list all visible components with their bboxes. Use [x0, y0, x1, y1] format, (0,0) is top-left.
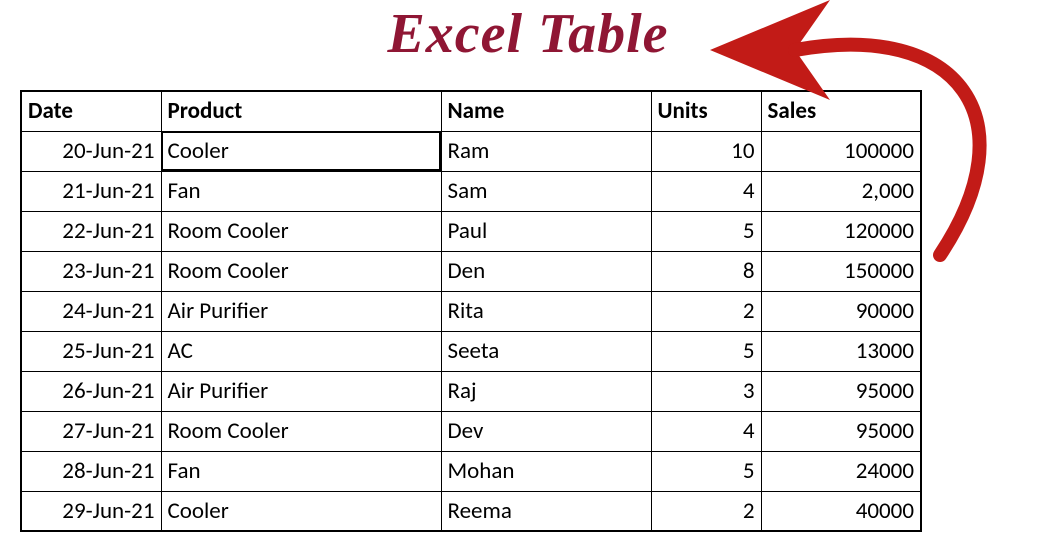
cell-date[interactable]: 24-Jun-21: [21, 291, 161, 331]
cell-name[interactable]: Den: [441, 251, 651, 291]
table-row: 27-Jun-21 Room Cooler Dev 4 95000: [21, 411, 921, 451]
cell-date[interactable]: 29-Jun-21: [21, 491, 161, 531]
cell-name[interactable]: Rita: [441, 291, 651, 331]
cell-units[interactable]: 4: [651, 171, 761, 211]
cell-name[interactable]: Sam: [441, 171, 651, 211]
cell-name[interactable]: Paul: [441, 211, 651, 251]
table-row: 20-Jun-21 Cooler Ram 10 100000: [21, 131, 921, 171]
cell-product[interactable]: Room Cooler: [161, 411, 441, 451]
cell-name[interactable]: Ram: [441, 131, 651, 171]
cell-product[interactable]: Room Cooler: [161, 251, 441, 291]
cell-date[interactable]: 27-Jun-21: [21, 411, 161, 451]
cell-sales[interactable]: 13000: [761, 331, 921, 371]
col-header-product[interactable]: Product: [161, 91, 441, 131]
table-row: 25-Jun-21 AC Seeta 5 13000: [21, 331, 921, 371]
cell-sales[interactable]: 120000: [761, 211, 921, 251]
table-row: 29-Jun-21 Cooler Reema 2 40000: [21, 491, 921, 531]
col-header-date[interactable]: Date: [21, 91, 161, 131]
cell-name[interactable]: Reema: [441, 491, 651, 531]
cell-units[interactable]: 2: [651, 291, 761, 331]
cell-sales[interactable]: 24000: [761, 451, 921, 491]
col-header-sales[interactable]: Sales: [761, 91, 921, 131]
cell-date[interactable]: 26-Jun-21: [21, 371, 161, 411]
table-row: 26-Jun-21 Air Purifier Raj 3 95000: [21, 371, 921, 411]
col-header-units[interactable]: Units: [651, 91, 761, 131]
table-row: 23-Jun-21 Room Cooler Den 8 150000: [21, 251, 921, 291]
cell-units[interactable]: 4: [651, 411, 761, 451]
cell-name[interactable]: Raj: [441, 371, 651, 411]
cell-date[interactable]: 20-Jun-21: [21, 131, 161, 171]
cell-sales[interactable]: 90000: [761, 291, 921, 331]
cell-product[interactable]: Air Purifier: [161, 291, 441, 331]
cell-sales[interactable]: 40000: [761, 491, 921, 531]
cell-name[interactable]: Dev: [441, 411, 651, 451]
cell-sales[interactable]: 95000: [761, 411, 921, 451]
table-header-row: Date Product Name Units Sales: [21, 91, 921, 131]
cell-product[interactable]: AC: [161, 331, 441, 371]
cell-name[interactable]: Mohan: [441, 451, 651, 491]
cell-units[interactable]: 5: [651, 331, 761, 371]
cell-date[interactable]: 21-Jun-21: [21, 171, 161, 211]
cell-name[interactable]: Seeta: [441, 331, 651, 371]
cell-units[interactable]: 3: [651, 371, 761, 411]
page-title: Excel Table: [0, 2, 1056, 66]
cell-product[interactable]: Cooler: [161, 131, 441, 171]
cell-product[interactable]: Cooler: [161, 491, 441, 531]
table-row: 21-Jun-21 Fan Sam 4 2,000: [21, 171, 921, 211]
table-row: 28-Jun-21 Fan Mohan 5 24000: [21, 451, 921, 491]
cell-units[interactable]: 10: [651, 131, 761, 171]
excel-table: Date Product Name Units Sales 20-Jun-21 …: [20, 90, 922, 532]
cell-sales[interactable]: 95000: [761, 371, 921, 411]
cell-units[interactable]: 5: [651, 451, 761, 491]
table-row: 22-Jun-21 Room Cooler Paul 5 120000: [21, 211, 921, 251]
cell-units[interactable]: 8: [651, 251, 761, 291]
col-header-name[interactable]: Name: [441, 91, 651, 131]
cell-product[interactable]: Room Cooler: [161, 211, 441, 251]
cell-date[interactable]: 25-Jun-21: [21, 331, 161, 371]
table-body: 20-Jun-21 Cooler Ram 10 100000 21-Jun-21…: [21, 131, 921, 531]
cell-date[interactable]: 23-Jun-21: [21, 251, 161, 291]
cell-date[interactable]: 28-Jun-21: [21, 451, 161, 491]
cell-product[interactable]: Air Purifier: [161, 371, 441, 411]
cell-sales[interactable]: 150000: [761, 251, 921, 291]
cell-units[interactable]: 2: [651, 491, 761, 531]
cell-product[interactable]: Fan: [161, 451, 441, 491]
cell-sales[interactable]: 100000: [761, 131, 921, 171]
cell-sales[interactable]: 2,000: [761, 171, 921, 211]
cell-units[interactable]: 5: [651, 211, 761, 251]
cell-date[interactable]: 22-Jun-21: [21, 211, 161, 251]
table-row: 24-Jun-21 Air Purifier Rita 2 90000: [21, 291, 921, 331]
cell-product[interactable]: Fan: [161, 171, 441, 211]
